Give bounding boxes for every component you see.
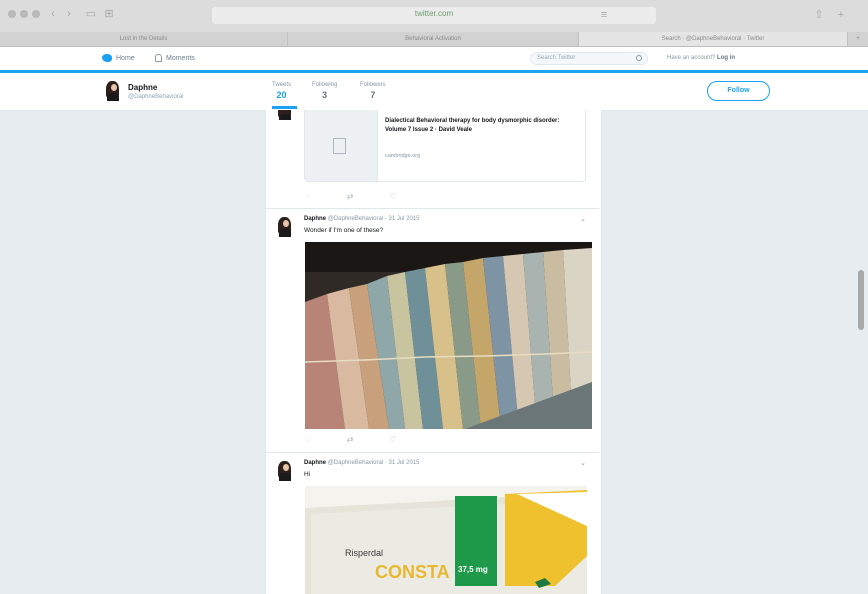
- forward-icon[interactable]: ›: [62, 8, 76, 20]
- tweet-date[interactable]: · 31 Jul 2015: [385, 460, 420, 466]
- stat-following[interactable]: Following 3: [312, 82, 337, 100]
- chevron-down-icon[interactable]: ⌄: [580, 215, 586, 223]
- search-placeholder: Search Twitter: [537, 55, 576, 61]
- account-prefix: Have an account?: [667, 55, 716, 61]
- sidebar-icon[interactable]: ▭: [84, 8, 98, 20]
- tweet-author[interactable]: Daphne: [304, 216, 326, 222]
- card-title: Dialectical Behavioral therapy for body …: [385, 118, 560, 133]
- browser-tab-active[interactable]: Search · @DaphneBehavioral · Twitter: [579, 32, 848, 46]
- chevron-down-icon[interactable]: ⌄: [580, 459, 586, 467]
- maximize-window-button[interactable]: [32, 10, 40, 18]
- avatar[interactable]: [276, 460, 294, 481]
- avatar[interactable]: [104, 80, 122, 101]
- twitter-bird-icon: [102, 54, 112, 62]
- stat-label: Followers: [360, 82, 386, 88]
- tweet-divider: [266, 208, 599, 209]
- tweet-author[interactable]: Daphne: [304, 460, 326, 466]
- close-window-button[interactable]: [8, 10, 16, 18]
- profile-handle[interactable]: @DaphneBehavioral: [128, 94, 183, 100]
- like-icon[interactable]: ♡: [389, 192, 396, 201]
- pill-dose: 37,5 mg: [458, 565, 488, 574]
- card-domain: cambridge.org: [385, 153, 421, 159]
- stat-label: Following: [312, 82, 338, 88]
- account-prompt: Have an account? Log in: [667, 55, 735, 61]
- stat-value: 7: [370, 90, 376, 100]
- address-bar[interactable]: twitter.com: [212, 7, 656, 24]
- pill-product: CONSTA: [375, 562, 450, 582]
- file-folders-image: [305, 242, 592, 429]
- avatar[interactable]: [276, 216, 294, 237]
- nav-moments[interactable]: Moments: [155, 52, 195, 64]
- tweet-header: Daphne @DaphneBehavioral · 31 Jul 2015: [304, 216, 420, 222]
- pill-box-image: Risperdal CONSTA 37,5 mg: [305, 486, 587, 594]
- tweet-actions: ◌ ⇄ ♡: [306, 192, 397, 201]
- browser-tab[interactable]: Lost in the Details: [0, 32, 288, 46]
- retweet-icon[interactable]: ⇄: [347, 435, 354, 444]
- avatar[interactable]: [276, 110, 294, 120]
- search-input[interactable]: Search Twitter: [530, 52, 648, 65]
- browser-tab[interactable]: Behavioral Activation: [288, 32, 579, 46]
- stat-value: 3: [322, 90, 328, 100]
- tweet-text: Hi: [304, 471, 311, 478]
- reader-icon[interactable]: ≡: [597, 8, 611, 22]
- address-text: twitter.com: [414, 9, 454, 18]
- profile-name[interactable]: Daphne: [128, 83, 157, 92]
- reply-icon[interactable]: ◌: [306, 435, 311, 444]
- scrollbar[interactable]: [858, 270, 864, 330]
- nav-moments-label: Moments: [166, 54, 195, 62]
- stat-value: 20: [276, 90, 287, 100]
- tabs-icon[interactable]: ⊞: [102, 8, 116, 20]
- active-stat-indicator: [272, 106, 297, 109]
- back-icon[interactable]: ‹: [46, 8, 60, 20]
- tweet-handle[interactable]: @DaphneBehavioral: [328, 216, 383, 222]
- share-icon[interactable]: ⇧: [812, 8, 826, 22]
- tweet-date[interactable]: · 31 Jul 2015: [385, 216, 420, 222]
- tweet-photo-pill-box[interactable]: Risperdal CONSTA 37,5 mg: [305, 486, 587, 594]
- moments-icon: [155, 54, 162, 62]
- tweet-header: Daphne @DaphneBehavioral · 31 Jul 2015: [304, 460, 420, 466]
- add-tab-icon[interactable]: +: [848, 32, 868, 46]
- browser-toolbar: ‹ › ▭ ⊞ twitter.com ≡ ⇧ +: [0, 0, 868, 33]
- stat-label: Tweets: [272, 82, 292, 88]
- window-controls: [8, 10, 40, 18]
- tab-strip: Lost in the Details Behavioral Activatio…: [0, 32, 868, 47]
- document-icon: [333, 138, 346, 154]
- follow-button[interactable]: Follow: [707, 81, 770, 101]
- tweet-divider: [266, 452, 599, 453]
- retweet-icon[interactable]: ⇄: [347, 192, 354, 201]
- nav-home-label: Home: [116, 54, 135, 62]
- search-icon[interactable]: [636, 55, 642, 61]
- tweet-handle[interactable]: @DaphneBehavioral: [328, 460, 383, 466]
- stat-tweets[interactable]: Tweets 20: [272, 82, 291, 100]
- minimize-window-button[interactable]: [20, 10, 28, 18]
- tweet-photo-files[interactable]: [305, 242, 592, 429]
- pill-brand: Risperdal: [345, 548, 383, 558]
- link-card[interactable]: Dialectical Behavioral therapy for body …: [304, 110, 586, 182]
- stat-followers[interactable]: Followers 7: [360, 82, 386, 100]
- login-link[interactable]: Log in: [717, 55, 735, 61]
- tweet-actions: ◌ ⇄ ♡: [306, 435, 397, 444]
- new-tab-icon[interactable]: +: [834, 8, 848, 22]
- reply-icon[interactable]: ◌: [306, 192, 311, 201]
- card-thumbnail: [305, 110, 378, 181]
- like-icon[interactable]: ♡: [389, 435, 396, 444]
- nav-home[interactable]: Home: [102, 52, 135, 64]
- tweet-text: Wonder if I'm one of these?: [304, 227, 384, 234]
